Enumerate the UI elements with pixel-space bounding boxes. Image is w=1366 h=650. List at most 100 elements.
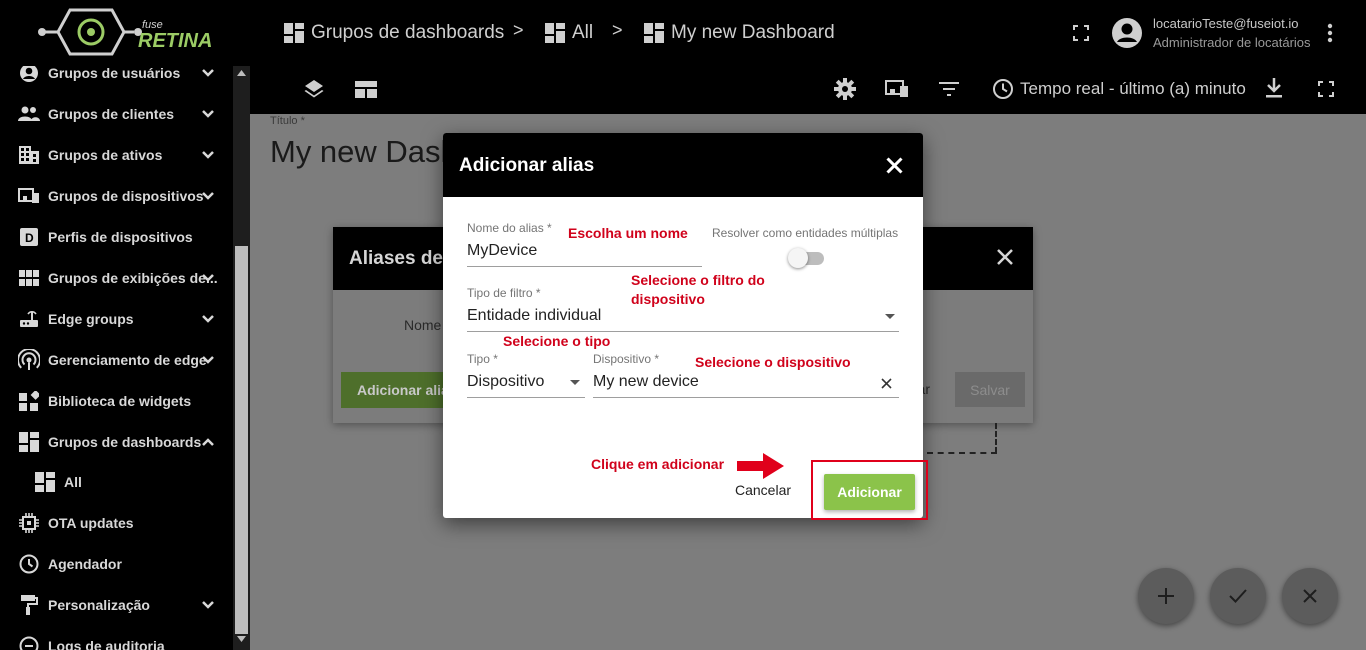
type-label: Tipo * xyxy=(467,352,498,366)
layers-icon[interactable] xyxy=(303,78,325,105)
breadcrumb-label: All xyxy=(572,22,594,43)
sidebar-item-user-groups[interactable]: Grupos de usuários xyxy=(0,66,233,93)
sidebar-item-label: Logs de auditoria xyxy=(48,637,165,650)
settings-gear-icon[interactable] xyxy=(834,78,856,105)
sidebar-item-device-groups[interactable]: Grupos de dispositivos xyxy=(0,175,233,216)
chevron-down-icon[interactable] xyxy=(201,352,215,368)
realtime-label: Tempo real - último (a) minuto xyxy=(1020,79,1246,98)
chevron-down-icon[interactable] xyxy=(201,270,215,286)
scroll-down-arrow-icon[interactable] xyxy=(237,636,246,642)
clear-icon[interactable] xyxy=(881,378,892,389)
sidebar-item-ota-updates[interactable]: OTA updates xyxy=(0,502,233,543)
annotation-select-filter: Selecione o filtro do xyxy=(631,272,765,288)
device-profile-badge: D xyxy=(25,231,34,245)
alias-name-input[interactable]: MyDevice xyxy=(467,242,537,260)
chip-icon xyxy=(18,512,40,534)
sidebar-item-label: Personalização xyxy=(48,596,150,613)
chevron-down-icon[interactable] xyxy=(201,597,215,613)
red-arrow-icon xyxy=(737,453,784,479)
realtime-timewindow[interactable]: Tempo real - último (a) minuto xyxy=(992,78,1246,100)
filter-type-label: Tipo de filtro * xyxy=(467,286,541,300)
sidebar-item-device-profiles[interactable]: D Perfis de dispositivos xyxy=(0,216,233,257)
breadcrumb-dashboard-groups[interactable]: Grupos de dashboards xyxy=(284,20,504,46)
device-profile-icon: D xyxy=(18,226,40,248)
chevron-down-icon[interactable] xyxy=(201,147,215,163)
filter-type-select[interactable]: Entidade individual xyxy=(467,307,601,325)
close-icon xyxy=(1303,589,1317,603)
annotation-select-device: Selecione o dispositivo xyxy=(695,354,851,370)
apply-changes-fab[interactable] xyxy=(1210,568,1266,624)
save-button[interactable]: Salvar xyxy=(955,372,1025,407)
discard-changes-fab[interactable] xyxy=(1282,568,1338,624)
breadcrumb-label: My new Dashboard xyxy=(671,22,835,43)
alias-name-label: Nome do alias * xyxy=(467,221,552,235)
annotation-choose-name: Escolha um nome xyxy=(568,225,688,241)
dropdown-arrow-icon[interactable] xyxy=(570,380,580,385)
chevron-up-icon[interactable] xyxy=(201,434,215,450)
close-icon[interactable] xyxy=(997,249,1013,270)
sidebar-item-widget-library[interactable]: Biblioteca de widgets xyxy=(0,380,233,421)
device-autocomplete-input[interactable]: My new device xyxy=(593,373,699,391)
breadcrumb-all[interactable]: All xyxy=(545,20,593,46)
annotation-select-filter-line2: dispositivo xyxy=(631,291,705,307)
type-select[interactable]: Dispositivo xyxy=(467,373,544,391)
top-header: fuse RETINA Grupos de dashboards > All >… xyxy=(0,0,1366,66)
sidebar-item-view-groups[interactable]: Grupos de exibições de... xyxy=(0,257,233,298)
wifi-tethering-icon xyxy=(18,348,40,371)
sidebar-item-asset-groups[interactable]: Grupos de ativos xyxy=(0,134,233,175)
sidebar-item-scheduler[interactable]: Agendador xyxy=(0,543,233,584)
brand-name: RETINA xyxy=(138,30,212,52)
add-widget-fab[interactable] xyxy=(1138,568,1194,624)
sidebar-item-customization[interactable]: Personalização xyxy=(0,584,233,625)
dashboard-grid-icon xyxy=(18,267,40,289)
chevron-down-icon[interactable] xyxy=(201,188,215,204)
add-alias-button[interactable]: Adicionar alias xyxy=(341,372,453,408)
download-icon[interactable] xyxy=(1265,78,1283,103)
widgets-icon xyxy=(18,390,40,412)
sidebar-item-customer-groups[interactable]: Grupos de clientes xyxy=(0,93,233,134)
dashboard-icon xyxy=(545,23,565,43)
sidebar-item-dashboard-groups[interactable]: Grupos de dashboards xyxy=(0,421,233,462)
sidebar-item-edge-groups[interactable]: Edge groups xyxy=(0,298,233,339)
account-avatar-icon[interactable] xyxy=(1111,17,1143,54)
sidebar-item-label: Grupos de ativos xyxy=(48,146,163,163)
scroll-up-arrow-icon[interactable] xyxy=(237,70,246,76)
chevron-down-icon[interactable] xyxy=(201,311,215,327)
user-email: locatarioTeste@fuseiot.io xyxy=(1153,16,1299,31)
annotation-select-type: Selecione o tipo xyxy=(503,333,611,349)
sidebar-scrollbar[interactable] xyxy=(233,66,250,650)
fuse-retina-logo[interactable]: fuse RETINA xyxy=(34,4,224,60)
people-icon xyxy=(18,103,40,125)
filter-list-icon[interactable] xyxy=(939,82,959,101)
fullscreen-icon[interactable] xyxy=(1072,24,1090,47)
scrollbar-thumb[interactable] xyxy=(235,246,248,634)
devices-icon xyxy=(18,185,40,207)
fullscreen-icon[interactable] xyxy=(1317,80,1335,103)
sidebar-item-label: Grupos de dispositivos xyxy=(48,187,204,204)
sidebar-item-edge-management[interactable]: Gerenciamento de edge xyxy=(0,339,233,380)
sidebar-item-all[interactable]: All xyxy=(0,461,233,502)
sidebar-item-label: Perfis de dispositivos xyxy=(48,228,193,245)
dashed-connector xyxy=(927,452,997,454)
chevron-down-icon[interactable] xyxy=(201,106,215,122)
dropdown-arrow-icon[interactable] xyxy=(885,314,895,319)
close-icon[interactable] xyxy=(886,157,903,179)
sidebar-item-audit-logs[interactable]: Logs de auditoria xyxy=(0,625,233,650)
filter-type-underline xyxy=(467,331,899,332)
add-alias-dialog-header: Adicionar alias xyxy=(443,133,923,197)
dashboard-icon xyxy=(644,23,664,43)
sidebar-item-label: OTA updates xyxy=(48,514,134,531)
devices-layout-icon[interactable] xyxy=(885,80,909,103)
breadcrumb-current-dashboard[interactable]: My new Dashboard xyxy=(644,20,835,46)
device-label: Dispositivo * xyxy=(593,352,660,366)
plus-icon xyxy=(1158,588,1174,604)
more-vert-icon[interactable] xyxy=(1322,22,1338,49)
dashed-connector xyxy=(995,423,997,453)
resolve-multiple-toggle-knob[interactable] xyxy=(788,248,808,268)
dashboard-layout-icon[interactable] xyxy=(355,81,377,103)
chevron-down-icon[interactable] xyxy=(201,66,215,81)
alias-name-underline xyxy=(467,266,702,267)
clock-icon xyxy=(18,553,40,575)
dashboard-title-label: Título * xyxy=(270,115,305,127)
cancel-button[interactable]: Cancelar xyxy=(735,482,791,498)
